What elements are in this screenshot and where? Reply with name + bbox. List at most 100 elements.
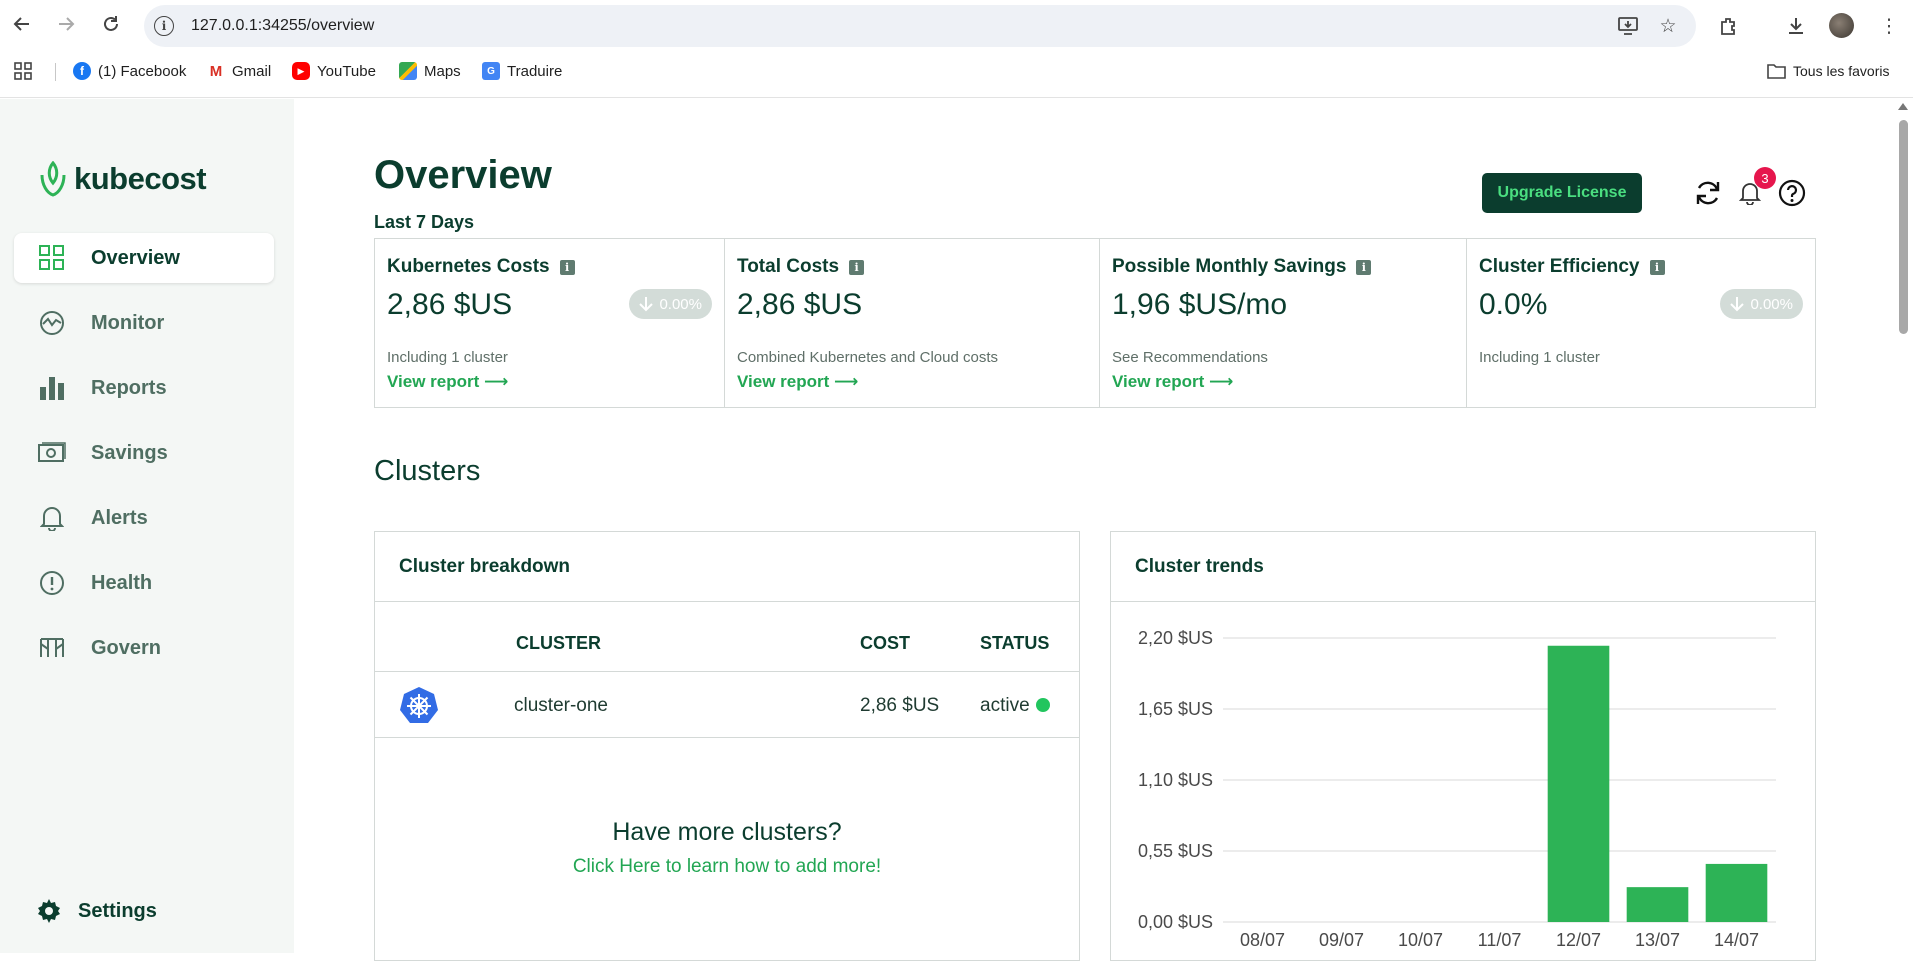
logo-text: kubecost [74,161,207,196]
kpi-delta-badge: 0.00% [1720,289,1803,319]
bookmark-youtube[interactable]: ▶ YouTube [292,60,376,82]
more-clusters-title: Have more clusters? [612,818,842,846]
y-tick-label: 1,65 $US [1138,699,1213,719]
bar-14-07 [1705,863,1768,922]
column-header-cluster[interactable]: CLUSTER [516,633,601,654]
gmail-icon: M [207,62,225,80]
bookmark-gmail[interactable]: M Gmail [207,60,271,82]
bar-chart-icon [38,374,66,402]
page-scrollbar[interactable] [1894,99,1913,953]
address-bar[interactable]: i 127.0.0.1:34255/overview ☆ [144,5,1696,47]
profile-avatar[interactable] [1829,13,1854,38]
sidebar-item-label: Health [91,571,153,594]
panel-header: Cluster trends [1111,532,1815,602]
info-icon[interactable]: i [1649,259,1665,275]
kpi-value: 2,86 $US [737,288,863,321]
cluster-trends-chart: 0,00 $US 0,55 $US 1,10 $US 1,65 $US 2,20 $US… [1138,628,1776,950]
info-icon[interactable]: i [559,259,575,275]
kpi-delta-value: 0.00% [1750,295,1793,313]
table-divider [375,737,1079,738]
bar-13-07 [1626,887,1689,922]
arrow-right-icon: ⟶ [1209,372,1234,391]
column-header-status[interactable]: STATUS [980,633,1049,654]
kpi-description: Combined Kubernetes and Cloud costs [737,349,998,366]
browser-chrome: i 127.0.0.1:34255/overview ☆ ⋮ f (1) Fac… [0,0,1913,98]
kpi-summary-row: Kubernetes Costs i 2,86 $US 0.00% Includi… [374,238,1816,408]
view-report-link[interactable]: View report ⟶ [1112,372,1233,392]
add-clusters-link[interactable]: Click Here to learn how to add more! [375,856,1079,878]
bookmark-traduire[interactable]: G Traduire [482,60,562,82]
all-bookmarks-label: Tous les favoris [1793,63,1890,79]
reload-icon[interactable] [96,9,126,39]
kpi-title-text: Total Costs [737,256,840,277]
gear-icon [38,899,60,923]
arrow-right-icon: ⟶ [834,372,859,391]
all-bookmarks-folder[interactable]: Tous les favoris [1767,60,1889,82]
y-tick-label: 0,00 $US [1138,912,1213,932]
folder-icon [1767,64,1786,79]
kpi-title-text: Cluster Efficiency [1479,256,1640,277]
help-icon[interactable] [1776,177,1808,209]
kpi-kubernetes-costs: Kubernetes Costs i 2,86 $US 0.00% Includi… [375,239,725,407]
x-tick-label: 14/07 [1714,930,1759,950]
alert-circle-icon [38,569,66,597]
view-report-link[interactable]: View report ⟶ [387,372,508,392]
bookmark-facebook[interactable]: f (1) Facebook [73,60,186,82]
kpi-description: Including 1 cluster [387,349,508,366]
bookmark-label: YouTube [317,62,376,80]
kpi-value: 1,96 $US/mo [1112,288,1288,321]
bookmark-label: (1) Facebook [98,62,187,80]
cluster-name[interactable]: cluster-one [514,695,608,717]
settings-button[interactable]: Settings [36,898,157,924]
maps-icon [399,62,417,80]
download-icon[interactable] [1781,11,1811,41]
refresh-icon[interactable] [1692,177,1724,209]
apps-grid-icon[interactable] [14,60,32,82]
extensions-icon[interactable] [1714,11,1744,41]
translate-icon: G [482,62,500,80]
sidebar-item-savings[interactable]: Savings [14,428,274,478]
sidebar-item-monitor[interactable]: Monitor [14,298,274,348]
sidebar-item-govern[interactable]: Govern [14,623,274,673]
y-tick-label: 2,20 $US [1138,628,1213,648]
settings-label: Settings [78,899,157,922]
x-tick-label: 11/07 [1478,930,1522,950]
back-arrow-icon[interactable] [7,9,37,39]
y-tick-label: 0,55 $US [1138,841,1213,861]
star-icon[interactable]: ☆ [1656,14,1680,38]
sidebar-item-alerts[interactable]: Alerts [14,493,274,543]
scroll-up-icon[interactable] [1898,103,1908,110]
url-text[interactable]: 127.0.0.1:34255/overview [191,17,374,35]
sidebar-item-health[interactable]: Health [14,558,274,608]
x-tick-label: 09/07 [1319,930,1364,950]
x-tick-label: 12/07 [1556,930,1601,950]
kpi-title: Kubernetes Costs i [387,256,575,278]
x-tick-label: 08/07 [1240,930,1285,950]
more-menu-icon[interactable]: ⋮ [1874,11,1904,41]
scrollbar-thumb[interactable] [1899,120,1908,334]
info-icon[interactable]: i [849,259,865,275]
kpi-description: Including 1 cluster [1479,349,1600,366]
sidebar-item-overview[interactable]: Overview [14,233,274,283]
arrow-right-icon: ⟶ [484,372,509,391]
column-header-cost[interactable]: COST [860,633,910,654]
forward-arrow-icon[interactable] [51,9,81,39]
youtube-icon: ▶ [292,62,310,80]
upgrade-license-button[interactable]: Upgrade License [1482,173,1642,213]
sidebar-item-reports[interactable]: Reports [14,363,274,413]
install-app-icon[interactable] [1616,14,1640,38]
bookmark-maps[interactable]: Maps [399,60,461,82]
view-report-label: View report [1112,372,1205,391]
kubecost-logo[interactable]: kubecost [38,161,207,197]
kpi-title: Total Costs i [737,256,865,278]
bookmark-label: Traduire [507,62,563,80]
status-dot-icon [1035,698,1050,712]
info-icon[interactable]: i [1356,259,1372,275]
status-text: active [980,695,1030,716]
view-report-label: View report [387,372,480,391]
sidebar-item-label: Savings [91,441,168,464]
view-report-link[interactable]: View report ⟶ [737,372,858,392]
site-info-icon[interactable]: i [154,16,174,36]
govern-icon [38,634,66,662]
notification-count-badge: 3 [1754,167,1776,189]
